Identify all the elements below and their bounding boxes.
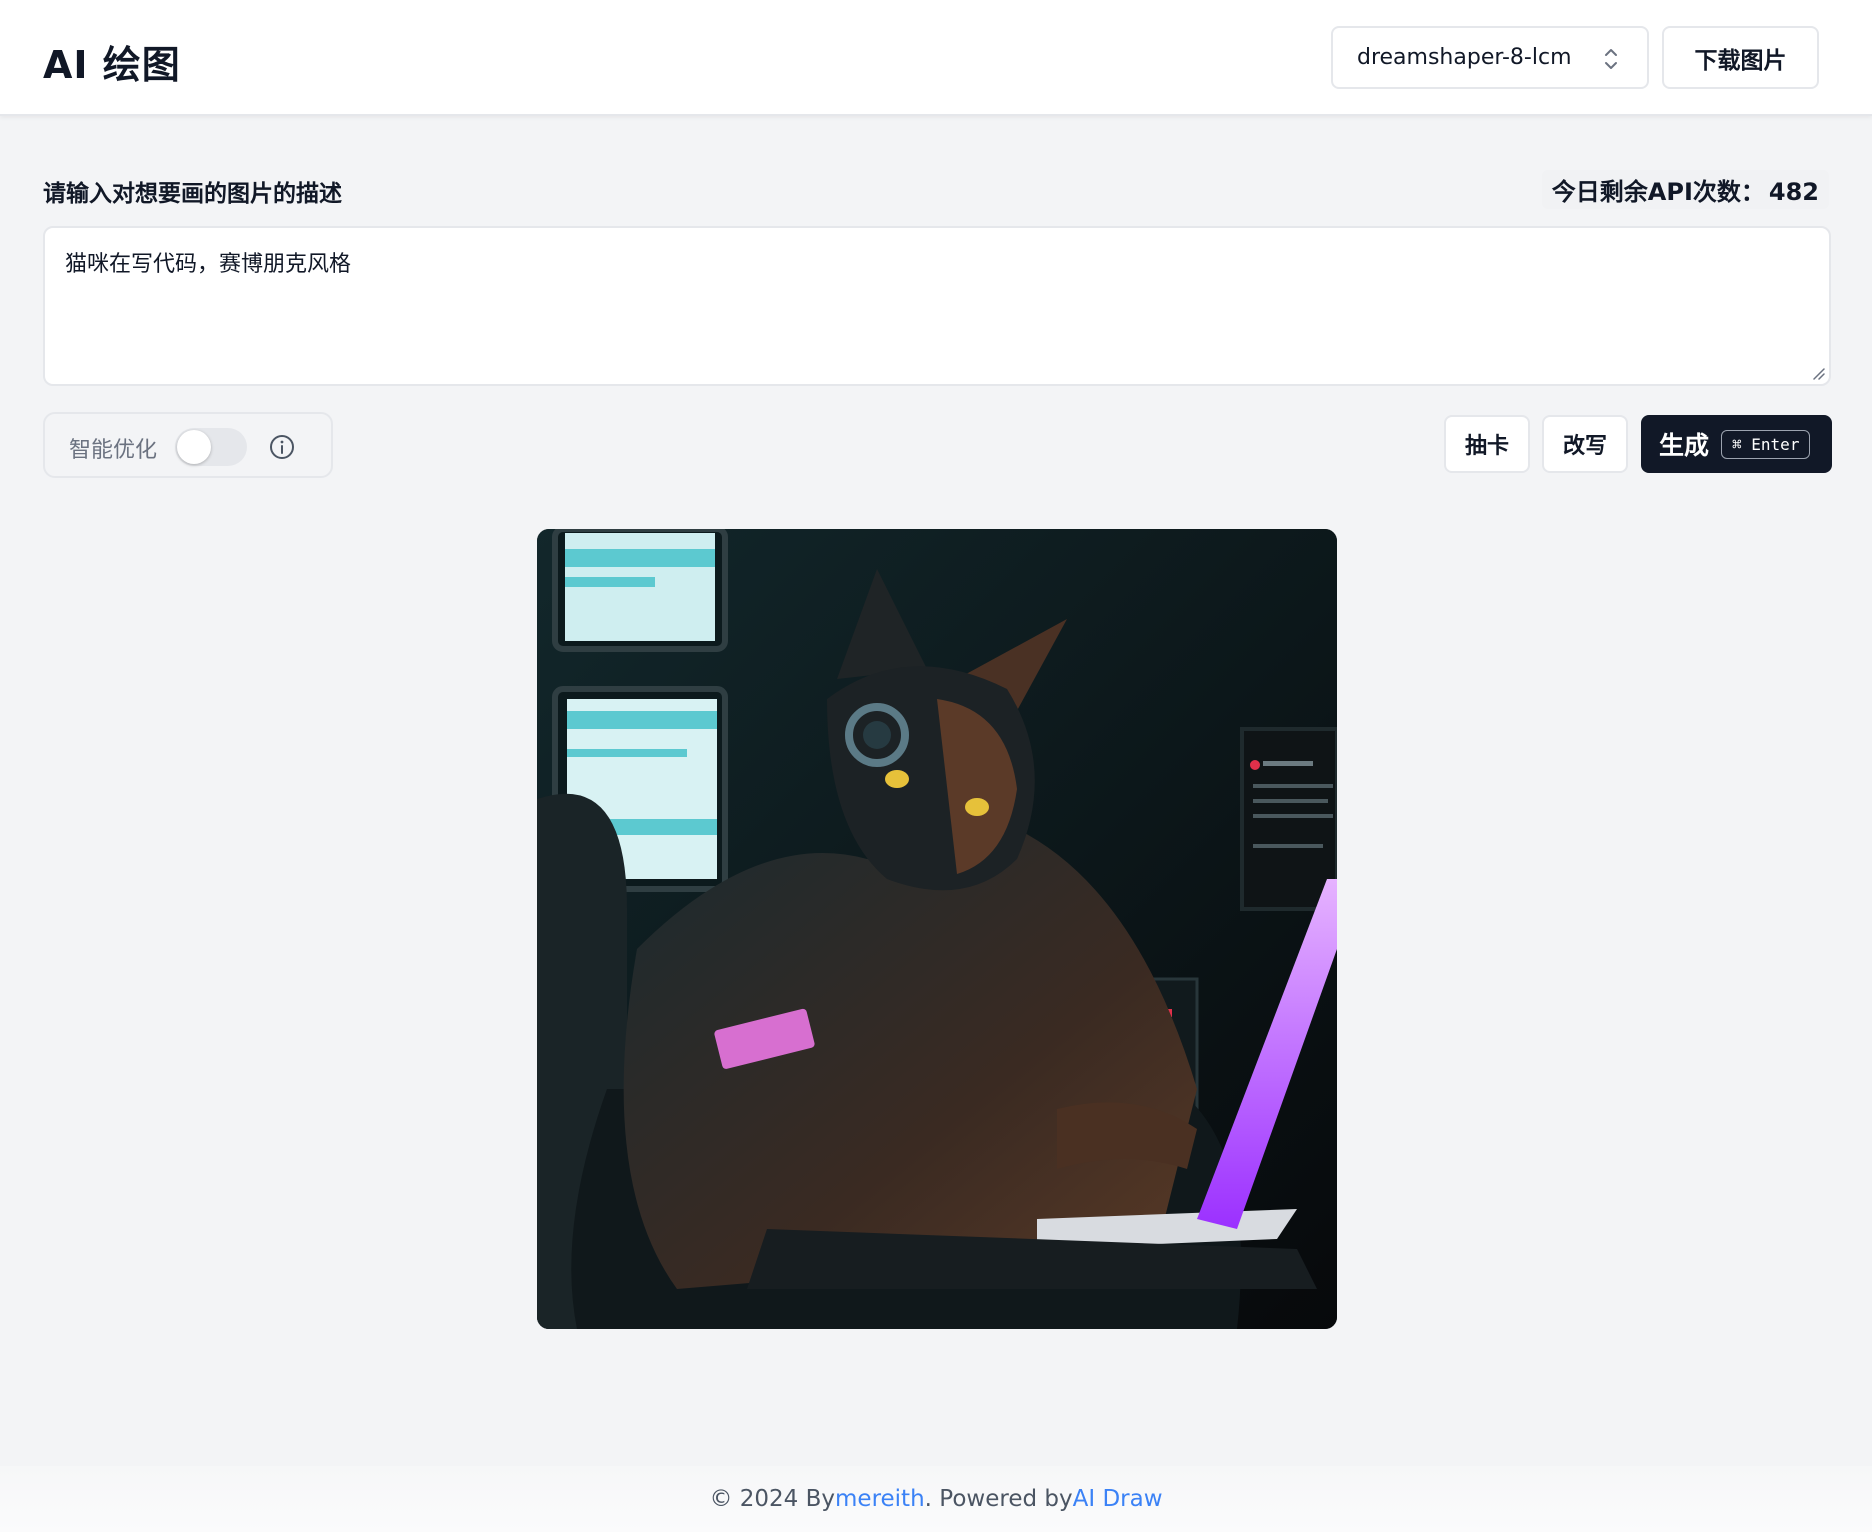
prompt-label: 请输入对想要画的图片的描述 bbox=[43, 181, 342, 207]
draw-card-button[interactable]: 抽卡 bbox=[1444, 415, 1530, 473]
info-icon[interactable] bbox=[269, 434, 295, 460]
resize-handle-icon[interactable] bbox=[1811, 366, 1825, 380]
author-link[interactable]: mereith bbox=[835, 1486, 925, 1512]
model-select[interactable]: dreamshaper-8-lcm bbox=[1331, 26, 1649, 89]
api-quota-value: 482 bbox=[1768, 178, 1819, 206]
prompt-textarea[interactable]: 猫咪在写代码，赛博朋克风格 bbox=[43, 226, 1831, 386]
toggle-knob bbox=[177, 430, 211, 464]
model-select-value: dreamshaper-8-lcm bbox=[1357, 45, 1572, 70]
top-bar: AI 绘图 dreamshaper-8-lcm 下载图片 bbox=[0, 0, 1872, 116]
generate-shortcut: ⌘ Enter bbox=[1721, 429, 1811, 459]
footer-middle: . Powered by bbox=[924, 1486, 1073, 1512]
generated-image bbox=[537, 529, 1337, 1329]
api-quota-label: 今日剩余API次数： bbox=[1551, 178, 1765, 206]
smart-optimize-group: 智能优化 bbox=[43, 412, 333, 478]
prompt-text: 猫咪在写代码，赛博朋克风格 bbox=[65, 252, 352, 277]
smart-optimize-toggle[interactable] bbox=[175, 428, 247, 466]
generate-label: 生成 bbox=[1659, 431, 1710, 460]
app-title: AI 绘图 bbox=[43, 43, 181, 87]
footer: © 2024 By mereith . Powered by AI Draw bbox=[0, 1466, 1872, 1532]
chevron-up-down-icon bbox=[1605, 49, 1617, 69]
generated-image-illustration bbox=[537, 529, 1337, 1329]
footer-prefix: © 2024 By bbox=[709, 1486, 836, 1512]
product-link[interactable]: AI Draw bbox=[1073, 1486, 1163, 1512]
generate-button[interactable]: 生成 ⌘ Enter bbox=[1641, 415, 1832, 473]
api-quota: 今日剩余API次数： 482 bbox=[1541, 170, 1829, 209]
rewrite-button[interactable]: 改写 bbox=[1542, 415, 1628, 473]
download-image-button[interactable]: 下载图片 bbox=[1662, 26, 1819, 89]
smart-optimize-label: 智能优化 bbox=[69, 438, 158, 463]
